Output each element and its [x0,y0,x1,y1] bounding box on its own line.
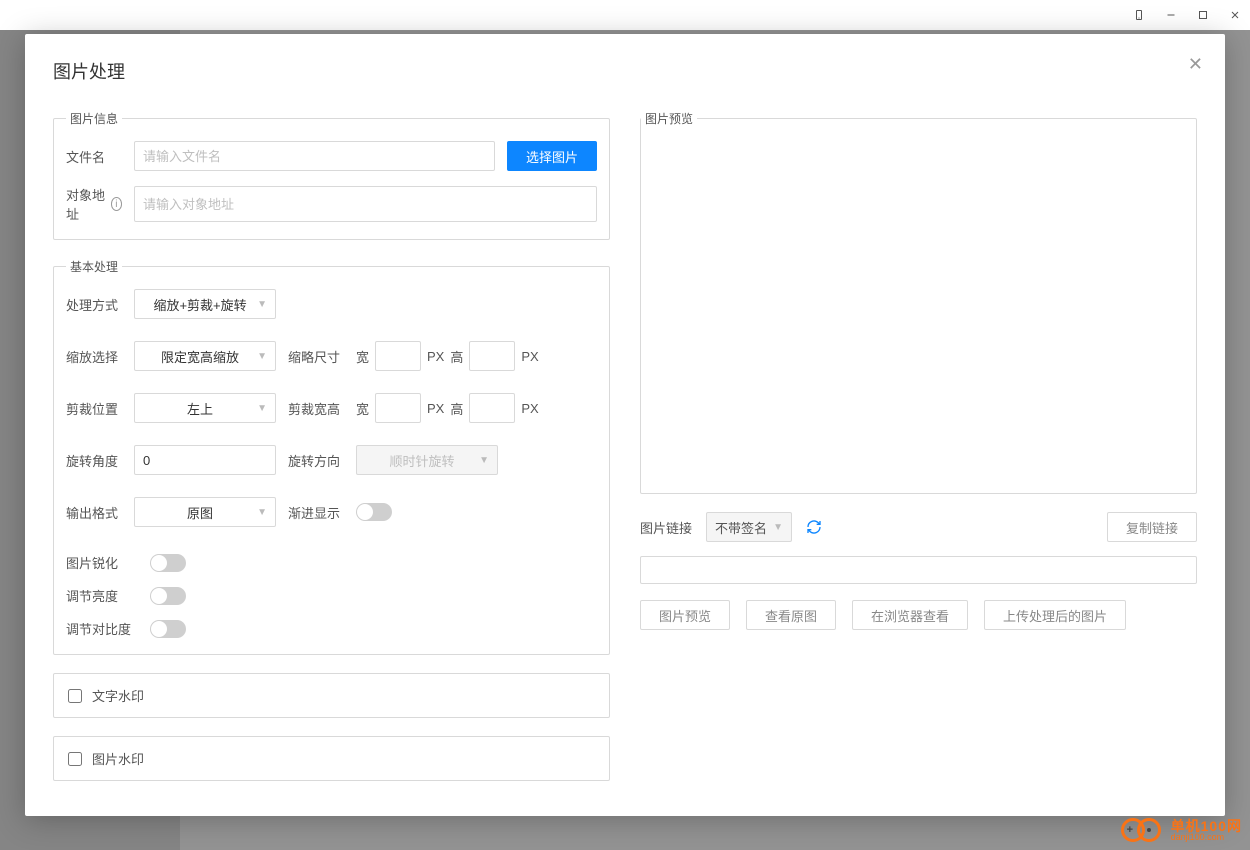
preview-fieldset: 图片预览 [640,110,1197,494]
info-icon[interactable]: i [111,197,122,211]
view-original-button[interactable]: 查看原图 [746,600,836,630]
minimize-icon[interactable] [1164,8,1178,22]
close-window-icon[interactable] [1228,8,1242,22]
thumb-label: 缩略尺寸 [288,347,344,366]
copy-link-button[interactable]: 复制链接 [1107,512,1197,542]
crop-width-input[interactable] [375,393,421,423]
chevron-down-icon: ▼ [257,403,267,414]
sharpen-label: 图片锐化 [66,553,138,572]
site-watermark: + 单机100网 danji100.com [1121,816,1242,844]
image-watermark-box[interactable]: 图片水印 [53,736,610,781]
chevron-down-icon: ▼ [257,507,267,518]
image-watermark-checkbox[interactable] [68,752,82,766]
url-output[interactable] [640,556,1197,584]
bright-label: 调节亮度 [66,586,138,605]
brightness-toggle[interactable] [150,587,186,605]
refresh-icon[interactable] [806,519,822,535]
maximize-icon[interactable] [1196,8,1210,22]
scale-select[interactable]: 限定宽高缩放 ▼ [134,341,276,371]
sharpen-toggle[interactable] [150,554,186,572]
basic-legend: 基本处理 [66,258,122,275]
mode-select[interactable]: 缩放+剪裁+旋转 ▼ [134,289,276,319]
objaddr-input[interactable] [134,186,597,222]
text-watermark-box[interactable]: 文字水印 [53,673,610,718]
rotdir-label: 旋转方向 [288,451,344,470]
view-browser-button[interactable]: 在浏览器查看 [852,600,968,630]
chevron-down-icon: ▼ [257,299,267,310]
close-icon[interactable]: ✕ [1188,54,1203,75]
window-titlebar [0,0,1250,30]
rotate-label: 旋转角度 [66,451,122,470]
contrast-label: 调节对比度 [66,619,138,638]
preview-legend: 图片预览 [641,110,697,127]
crop-label: 剪裁位置 [66,399,122,418]
chevron-down-icon: ▼ [773,522,783,533]
mode-label: 处理方式 [66,295,122,314]
text-watermark-checkbox[interactable] [68,689,82,703]
link-label: 图片链接 [640,518,692,537]
progressive-toggle[interactable] [356,503,392,521]
cropwh-label: 剪裁宽高 [288,399,344,418]
scale-label: 缩放选择 [66,347,122,366]
filename-label: 文件名 [66,147,122,166]
modal-title: 图片处理 [53,58,1197,84]
fmt-label: 输出格式 [66,503,122,522]
upload-processed-button[interactable]: 上传处理后的图片 [984,600,1126,630]
filename-input[interactable] [134,141,495,171]
select-image-button[interactable]: 选择图片 [507,141,597,171]
fmt-select[interactable]: 原图 ▼ [134,497,276,527]
thumb-height-input[interactable] [469,341,515,371]
rotdir-select[interactable]: 顺时针旋转 ▼ [356,445,498,475]
thumb-width-input[interactable] [375,341,421,371]
crop-select[interactable]: 左上 ▼ [134,393,276,423]
crop-height-input[interactable] [469,393,515,423]
image-info-fieldset: 图片信息 文件名 选择图片 对象地址 i [53,110,610,240]
preview-button[interactable]: 图片预览 [640,600,730,630]
image-info-legend: 图片信息 [66,110,122,127]
chevron-down-icon: ▼ [257,351,267,362]
signature-select[interactable]: 不带签名 ▼ [706,512,792,542]
device-icon[interactable] [1132,8,1146,22]
contrast-toggle[interactable] [150,620,186,638]
basic-process-fieldset: 基本处理 处理方式 缩放+剪裁+旋转 ▼ 缩放选择 限定宽高缩放 ▼ 缩略尺寸 [53,258,610,655]
rotate-input[interactable] [134,445,276,475]
chevron-down-icon: ▼ [479,455,489,466]
prog-label: 渐进显示 [288,503,344,522]
image-process-modal: 图片处理 ✕ 图片信息 文件名 选择图片 对象地址 i [25,34,1225,816]
watermark-logo-icon: + [1121,816,1165,844]
objaddr-label: 对象地址 [66,185,107,223]
